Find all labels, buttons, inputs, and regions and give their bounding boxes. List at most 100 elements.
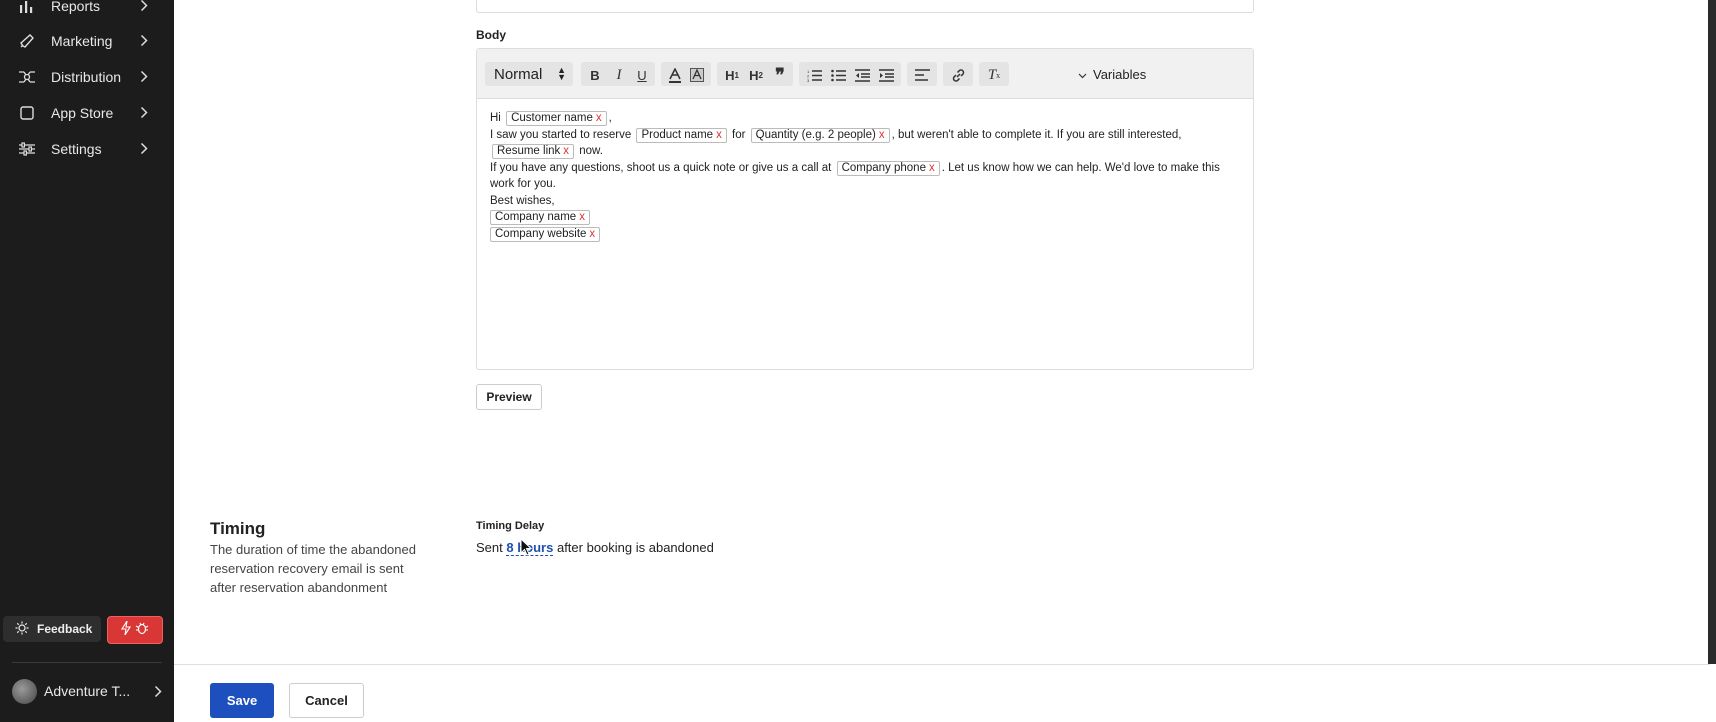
bug-report-button[interactable] — [107, 616, 163, 644]
preview-button[interactable]: Preview — [476, 384, 542, 410]
heading-2-icon[interactable]: H2 — [747, 65, 765, 85]
sidebar-item-marketing[interactable]: Marketing — [0, 26, 174, 56]
ordered-list-icon[interactable]: 123 — [805, 65, 823, 85]
chevron-down-icon — [1078, 67, 1087, 82]
avatar — [12, 678, 37, 704]
chip-label: Quantity (e.g. 2 people) — [755, 128, 876, 141]
account-switcher[interactable]: Adventure T... — [12, 678, 162, 704]
sidebar-item-label: Settings — [51, 141, 102, 157]
remove-chip-icon[interactable]: x — [579, 211, 585, 223]
bullet-list-icon[interactable] — [829, 65, 847, 85]
link-icon[interactable] — [949, 65, 967, 85]
sidebar-item-label: Reports — [51, 0, 101, 14]
timing-delay-label: Timing Delay — [476, 520, 545, 532]
text-format-select[interactable]: Normal ▲ ▼ — [485, 62, 573, 86]
italic-icon[interactable]: I — [611, 65, 627, 85]
remove-chip-icon[interactable]: x — [563, 145, 569, 157]
remove-chip-icon[interactable]: x — [589, 228, 595, 240]
chip-label: Resume link — [497, 145, 561, 157]
align-left-icon[interactable] — [913, 65, 931, 85]
blockquote-icon[interactable]: ❞ — [771, 65, 789, 85]
remove-chip-icon[interactable]: x — [879, 129, 885, 141]
editor-line: Hi Customer name x, — [490, 110, 1240, 127]
clear-formatting-icon[interactable]: Tx — [985, 65, 1003, 85]
variable-chip-company-phone[interactable]: Company phone x — [836, 160, 940, 176]
chip-label: Company phone — [841, 161, 926, 174]
rich-text-editor: Normal ▲ ▼ B I U H1 H2 ❞ 123 T x Variabl… — [476, 48, 1254, 370]
outdent-icon[interactable] — [853, 65, 871, 85]
chevron-right-icon — [140, 0, 148, 15]
highlight-color-icon[interactable] — [688, 65, 706, 85]
chip-label: Product name — [641, 128, 714, 141]
save-button[interactable]: Save — [210, 683, 274, 718]
body-label: Body — [476, 28, 506, 42]
feedback-button[interactable]: Feedback — [3, 616, 101, 642]
sidebar-item-distribution[interactable]: Distribution — [0, 62, 174, 92]
sidebar-item-label: Marketing — [51, 33, 113, 49]
text: Sent — [476, 540, 503, 555]
mouse-cursor-icon — [520, 537, 533, 561]
editor-content[interactable]: Hi Customer name x, I saw you started to … — [477, 99, 1253, 253]
remove-chip-icon[interactable]: x — [596, 112, 602, 124]
bold-icon[interactable]: B — [587, 65, 603, 85]
text: for — [732, 128, 746, 141]
variable-chip-customer-name[interactable]: Customer name x — [506, 111, 607, 126]
editor-line: Best wishes, — [490, 194, 555, 207]
distribution-icon — [18, 69, 36, 85]
sidebar-item-app-store[interactable]: App Store — [0, 98, 174, 128]
remove-chip-icon[interactable]: x — [929, 162, 935, 174]
text: I saw you started to reserve — [490, 128, 632, 141]
app-store-icon — [18, 105, 36, 121]
indent-icon[interactable] — [877, 65, 895, 85]
main-content: Body Normal ▲ ▼ B I U H1 H2 ❞ 123 T x Va… — [174, 0, 1710, 722]
variable-chip-product-name[interactable]: Product name x — [636, 127, 727, 143]
sun-icon — [15, 621, 29, 638]
editor-toolbar: Normal ▲ ▼ B I U H1 H2 ❞ 123 T x Variabl… — [477, 49, 1253, 99]
chevron-right-icon — [154, 685, 162, 701]
editor-line: Company website x — [490, 226, 1240, 243]
variable-chip-resume-link[interactable]: Resume link x — [492, 144, 575, 159]
chevron-right-icon — [140, 70, 148, 86]
variable-chip-quantity[interactable]: Quantity (e.g. 2 people) x — [750, 127, 890, 143]
variable-chip-company-name[interactable]: Company name x — [490, 210, 590, 225]
account-name: Adventure T... — [44, 683, 131, 699]
text: now. — [579, 145, 603, 157]
timing-description: The duration of time the abandoned reser… — [210, 542, 416, 595]
form-footer: Save Cancel — [174, 664, 1710, 722]
feedback-label: Feedback — [37, 622, 93, 636]
sidebar-item-reports[interactable]: Reports — [0, 0, 174, 21]
chip-label: Company website — [495, 227, 587, 240]
chevron-right-icon — [140, 142, 148, 158]
editor-line: If you have any questions, shoot us a qu… — [490, 160, 1240, 193]
scrollbar[interactable] — [1708, 0, 1716, 664]
bug-icon — [135, 621, 149, 640]
variable-chip-company-website[interactable]: Company website x — [490, 226, 601, 242]
timing-title: Timing — [210, 519, 266, 538]
subject-field[interactable] — [476, 0, 1254, 13]
sidebar-item-settings[interactable]: Settings — [0, 134, 174, 164]
heading-1-icon[interactable]: H1 — [723, 65, 741, 85]
cancel-button[interactable]: Cancel — [289, 683, 364, 718]
format-select-value: Normal — [494, 65, 543, 83]
lightning-icon — [121, 620, 131, 640]
bar-chart-icon — [18, 0, 36, 14]
text-color-icon[interactable] — [666, 65, 684, 85]
underline-icon[interactable]: U — [634, 65, 650, 85]
megaphone-icon — [18, 33, 36, 49]
variables-dropdown[interactable]: Variables — [1078, 62, 1146, 86]
text: , — [608, 112, 612, 124]
text: , but weren't able to complete it. If yo… — [891, 128, 1182, 141]
sidebar-divider — [12, 662, 162, 663]
sidebar-item-label: App Store — [51, 105, 114, 121]
chevron-right-icon — [140, 34, 148, 50]
text: Hi — [490, 112, 501, 124]
variables-label: Variables — [1093, 66, 1147, 82]
svg-text:3: 3 — [807, 78, 810, 82]
sidebar-item-label: Distribution — [51, 69, 122, 85]
remove-chip-icon[interactable]: x — [716, 129, 722, 141]
editor-line: I saw you started to reserve Product nam… — [490, 127, 1240, 160]
text: after booking is abandoned — [556, 540, 714, 555]
text: If you have any questions, shoot us a qu… — [490, 161, 832, 174]
timing-sentence: Sent 8 hours after booking is abandoned — [476, 540, 714, 556]
chevron-right-icon — [140, 106, 148, 122]
